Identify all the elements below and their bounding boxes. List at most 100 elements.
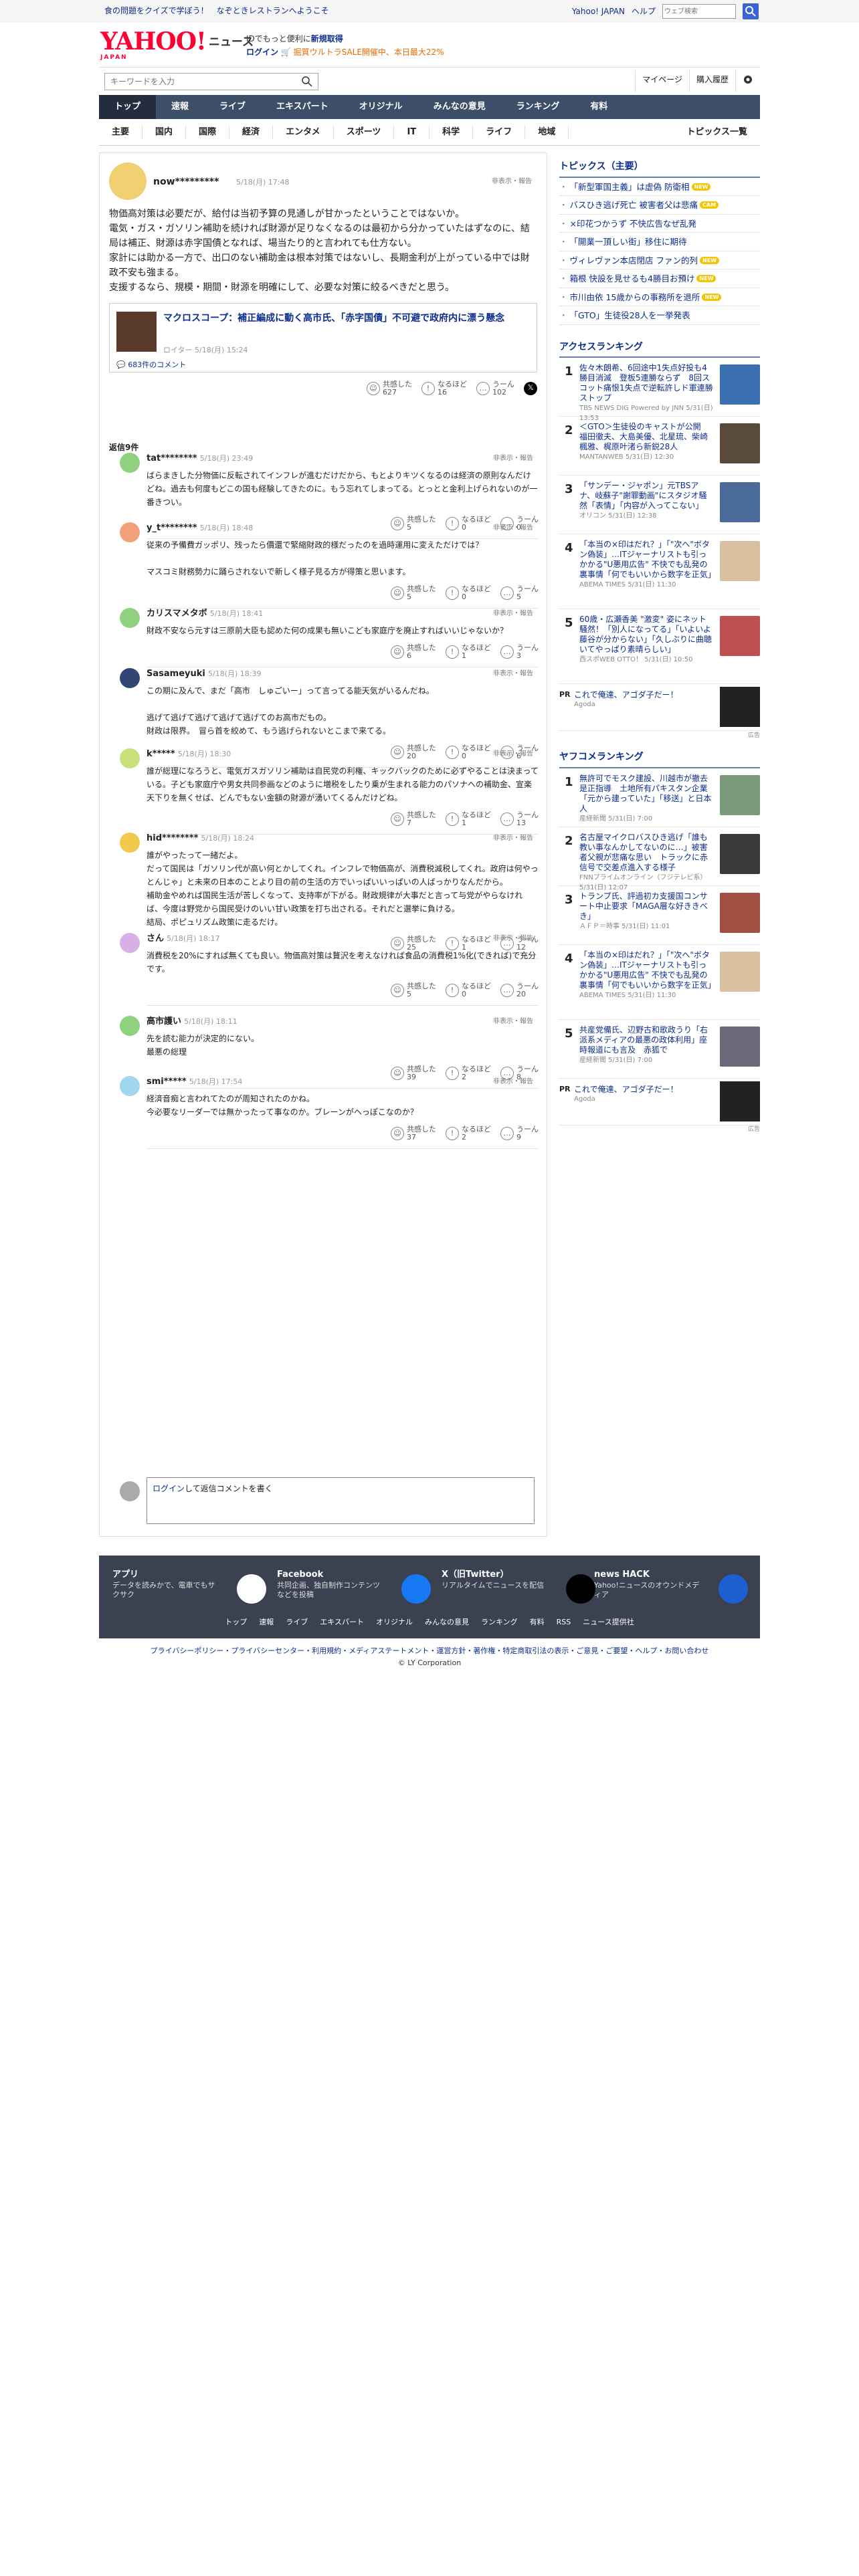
reply-author[interactable]: tat********	[147, 453, 197, 463]
reply-input[interactable]: ログインして返信コメントを書く	[147, 1477, 535, 1524]
reaction-naruhodo[interactable]: ! なるほど 1	[446, 644, 491, 660]
ranking-item[interactable]: 2 ＜GTO＞生徒役のキャストが公開 福田徹夫、大島美優、北星琉、柴崎楓雅、梶原叶…	[559, 417, 760, 476]
rank-title[interactable]: ＜GTO＞生徒役のキャストが公開 福田徹夫、大島美優、北星琉、柴崎楓雅、梶原叶渚…	[579, 422, 709, 451]
topic-item[interactable]: ・ ×印花つかうず 不快広告なぜ乱発	[559, 215, 760, 233]
report-link[interactable]: 非表示・報告	[493, 454, 533, 463]
footer-facebook[interactable]: Facebook 共同企画、独自制作コンテンツなどを投稿	[277, 1569, 431, 1604]
ranking-item[interactable]: 3 トランプ氏、評過初カ支援国コンサート中止要求「MAGA層な好ききべき」 ＡＦＰ＝…	[559, 886, 760, 945]
report-link[interactable]: 非表示・報告	[492, 177, 532, 187]
nav-tab-top[interactable]: トップ	[99, 95, 157, 119]
reply-author[interactable]: smi*****	[147, 1077, 187, 1087]
promo-link[interactable]: 食の問題をクイズで学ぼう！ なぞときレストランへようこそ	[104, 5, 329, 17]
topic-item[interactable]: ・「新型軍国主義」は虚偽 防衛相 NEW	[559, 178, 760, 197]
footer-nav-link[interactable]: トップ	[225, 1618, 247, 1626]
topic-item[interactable]: ・「開業一頂しい街」移住に期待	[559, 233, 760, 251]
reply-author[interactable]: 高市護い	[147, 1016, 181, 1027]
category-economy[interactable]: 経済	[229, 126, 274, 139]
footer-newshack[interactable]: news HACK Yahoo!ニュースのオウンドメディア	[594, 1569, 748, 1604]
rank-title[interactable]: トランプ氏、評過初カ支援国コンサート中止要求「MAGA層な好ききべき」	[579, 891, 708, 921]
legal-link-list[interactable]: プライバシーポリシー・プライバシーセンター・利用規約・メディアステートメント・運…	[0, 1645, 859, 1657]
reaction-hmm[interactable]: … うーん 3	[500, 644, 539, 660]
avatar[interactable]	[120, 833, 140, 853]
login-link[interactable]: ログイン	[153, 1484, 185, 1493]
rank-title[interactable]: 「本当の×印はだれ？」「"次へ"ボタン偽装」…ITジャーナリストも引っかかる"U…	[579, 950, 716, 990]
report-link[interactable]: 非表示・報告	[493, 750, 533, 759]
reaction-hmm[interactable]: … うーん 13	[500, 811, 539, 827]
reply-author[interactable]: k*****	[147, 749, 175, 759]
help-link[interactable]: ヘルプ	[632, 6, 656, 17]
rank-title[interactable]: 60歳・広瀬香美 "激変" 姿にネット騒然！「別人になってる」「いよいよ藤谷が分…	[579, 615, 712, 654]
share-x-button[interactable]: 𝕏	[524, 381, 537, 397]
avatar[interactable]	[120, 668, 140, 688]
ranking-item[interactable]: 5 60歳・広瀬香美 "激変" 姿にネット騒然！「別人になってる」「いよいよ藤谷が…	[559, 609, 760, 685]
footer-nav-link[interactable]: 速報	[259, 1618, 274, 1626]
report-link[interactable]: 非表示・報告	[493, 524, 533, 533]
nav-tab-original[interactable]: オリジナル	[344, 95, 418, 119]
mypage-button[interactable]: マイページ	[635, 70, 689, 92]
ranking-item[interactable]: 1 佐々木朗希、6回途中1失点好投も4勝目消滅 登板5連勝ならず 8回スコット痛恨…	[559, 358, 760, 422]
reply-author[interactable]: さん	[147, 934, 164, 944]
pr-ad[interactable]: PR これで俺達、アゴダ子だー！ Agoda 広告	[559, 684, 760, 739]
topic-item[interactable]: ・箱根 快設を見せるも4勝目お預け NEW	[559, 270, 760, 288]
topic-item[interactable]: ・「GTO」生徒役28人を一挙発表	[559, 306, 760, 325]
category-main[interactable]: 主要	[99, 126, 143, 139]
category-it[interactable]: IT	[394, 126, 430, 139]
avatar[interactable]	[120, 608, 140, 628]
reaction-empathy[interactable]: ☺ 共感した 5	[391, 585, 436, 601]
nav-tab-breaking[interactable]: 速報	[156, 95, 204, 119]
footer-nav-link[interactable]: ランキング	[481, 1618, 518, 1626]
topic-item[interactable]: ・バスひき逃げ死亡 被害者父は悲痛 CAM	[559, 196, 760, 215]
reaction-empathy[interactable]: ☺ 共感した 6	[391, 644, 436, 660]
reaction-naruhodo[interactable]: ! なるほど 0	[446, 585, 491, 601]
yahoo-japan-link[interactable]: Yahoo! JAPAN	[572, 6, 625, 17]
reaction-empathy[interactable]: ☺ 共感した 5	[391, 982, 436, 998]
reaction-naruhodo[interactable]: ! なるほど 1	[446, 811, 491, 827]
category-sports[interactable]: スポーツ	[334, 126, 395, 139]
sale-banner-link[interactable]: 🛒 掘質ウルトラSALE開催中、本日最大22%	[281, 47, 444, 57]
footer-nav-link[interactable]: ニュース提供社	[583, 1618, 634, 1626]
category-domestic[interactable]: 国内	[142, 126, 187, 139]
ranking-item[interactable]: 4 「本当の×印はだれ？」「"次へ"ボタン偽装」…ITジャーナリストも引っかかる"…	[559, 534, 760, 610]
reaction-hmm[interactable]: … うーん 102	[476, 381, 514, 397]
ranking-item[interactable]: 3 「サンデー・ジャポン」元TBSアナ、岐蘇子"謝罪動画"にスタジオ騒然「表情」「…	[559, 475, 760, 535]
footer-app[interactable]: アプリ データを読みかで、電車でもサクサク	[112, 1569, 266, 1604]
reply-author[interactable]: カリスマメタボ	[147, 609, 207, 619]
ranking-item[interactable]: 2 名古屋マイクロバスひき逃げ「誰も教い事なんかしてないのに…」被害者父親が悲痛な…	[559, 827, 760, 891]
nav-tab-live[interactable]: ライブ	[204, 95, 261, 119]
web-search-input[interactable]	[662, 4, 736, 19]
reaction-naruhodo[interactable]: ! なるほど 16	[421, 381, 467, 397]
article-title[interactable]: マクロスコープ：補正編成に動く高市氏、「赤字国債」不可避で政府内に漂う懸念	[163, 312, 518, 325]
reaction-hmm[interactable]: … うーん 9	[500, 1125, 539, 1142]
reaction-hmm[interactable]: … うーん 5	[500, 585, 539, 601]
nav-tab-expert[interactable]: エキスパート	[261, 95, 344, 119]
rank-title[interactable]: 無許可でモスク建設、川越市が撤去是正指導 土地所有パキスタン企業「元から建ってい…	[579, 774, 711, 813]
avatar[interactable]	[120, 748, 140, 768]
rank-title[interactable]: 「本当の×印はだれ？」「"次へ"ボタン偽装」…ITジャーナリストも引っかかる"U…	[579, 540, 716, 579]
article-card[interactable]: マクロスコープ：補正編成に動く高市氏、「赤字国債」不可避で政府内に漂う懸念 ロイ…	[109, 303, 537, 372]
settings-button[interactable]	[735, 70, 760, 92]
footer-nav-link[interactable]: みんなの意見	[425, 1618, 469, 1626]
category-region[interactable]: 地域	[525, 126, 569, 139]
footer-nav-link[interactable]: 有料	[530, 1618, 545, 1626]
avatar[interactable]	[120, 1016, 140, 1036]
footer-x[interactable]: X（旧Twitter） リアルタイムでニュースを配信	[442, 1569, 595, 1604]
avatar[interactable]	[109, 163, 147, 200]
topic-item[interactable]: ・市川由依 15歳からの事務所を退所 NEW	[559, 288, 760, 307]
report-link[interactable]: 非表示・報告	[493, 609, 533, 619]
report-link[interactable]: 非表示・報告	[493, 669, 533, 679]
rank-title[interactable]: 共産党備氏、辺野古和歌政うり「右派系メディアの最悪の政体利用」座時報道にも言及 …	[579, 1025, 708, 1055]
reaction-empathy[interactable]: ☺ 共感した 37	[391, 1125, 436, 1142]
topics-list-link[interactable]: トピックス一覧	[674, 126, 760, 139]
reaction-empathy[interactable]: ☺ 共感した 627	[367, 381, 412, 397]
search-icon[interactable]	[300, 74, 314, 89]
reply-author[interactable]: y_t********	[147, 523, 197, 533]
category-world[interactable]: 国際	[186, 126, 230, 139]
login-link[interactable]: ログイン	[246, 47, 278, 57]
rank-title[interactable]: 佐々木朗希、6回途中1失点好投も4勝目消滅 登板5連勝ならず 8回スコット痛恨1…	[579, 363, 713, 403]
pr-ad[interactable]: PR これで俺達、アゴダ子だー！ Agoda 広告	[559, 1079, 760, 1133]
report-link[interactable]: 非表示・報告	[493, 1077, 533, 1087]
rank-title[interactable]: 名古屋マイクロバスひき逃げ「誰も教い事なんかしてないのに…」被害者父親が悲痛な思…	[579, 833, 708, 872]
rank-title[interactable]: 「サンデー・ジャポン」元TBSアナ、岐蘇子"謝罪動画"にスタジオ騒然「表情」「内…	[579, 481, 706, 510]
avatar[interactable]	[120, 522, 140, 542]
purchase-history-button[interactable]: 購入履歴	[688, 70, 735, 92]
